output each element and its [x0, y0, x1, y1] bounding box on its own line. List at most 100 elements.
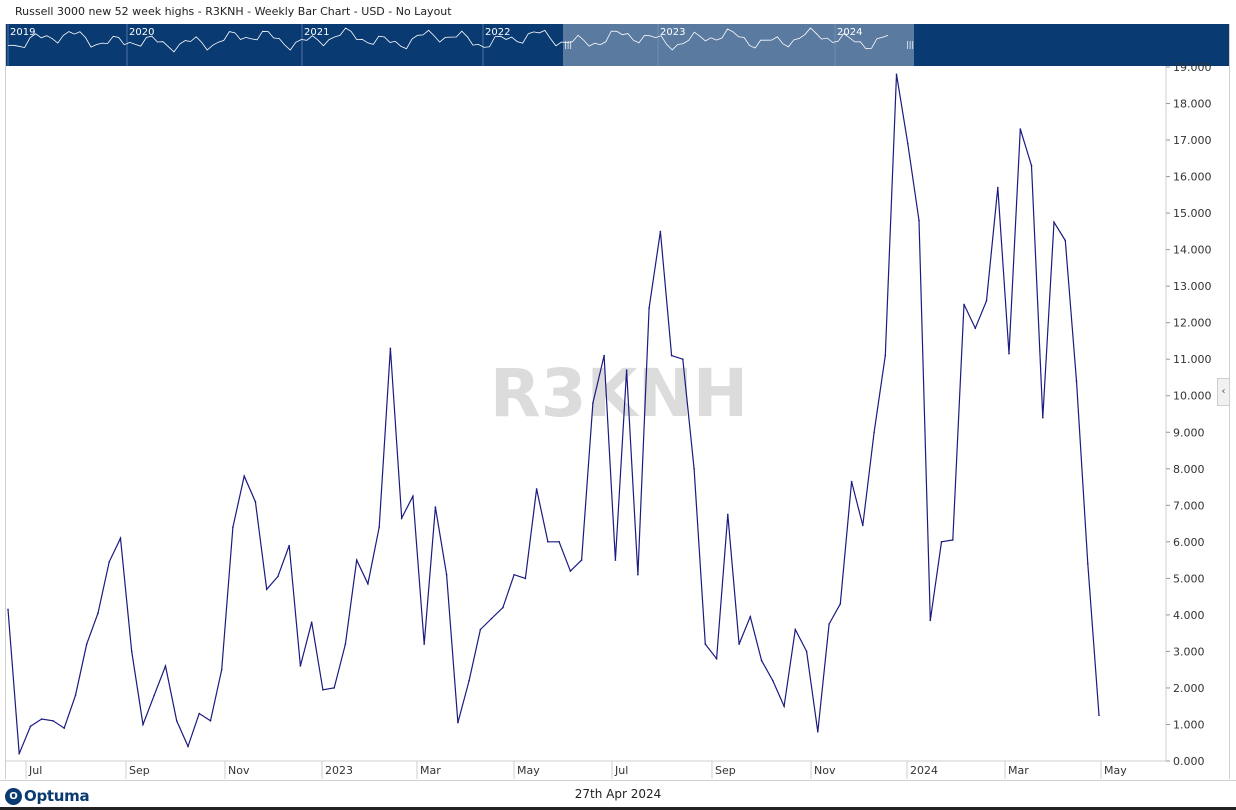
- data-point: [569, 570, 572, 572]
- data-point: [817, 731, 819, 733]
- data-point: [85, 643, 88, 645]
- data-point: [513, 573, 515, 576]
- x-tick-label: 2024: [910, 764, 938, 777]
- data-point: [907, 142, 909, 145]
- data-point: [265, 588, 268, 591]
- data-point: [209, 720, 212, 722]
- data-point: [929, 619, 932, 622]
- data-point: [963, 303, 965, 306]
- y-tick-label: 8.000: [1173, 463, 1205, 476]
- chart-frame[interactable]: 2019 2020 2021 2022 2023 2024 ||| ||| R3KNH 0…: [5, 24, 1230, 779]
- data-point: [918, 219, 920, 222]
- data-point: [119, 537, 122, 539]
- y-tick-label: 16.000: [1173, 171, 1212, 184]
- data-point: [1064, 239, 1067, 242]
- data-point: [254, 500, 257, 503]
- data-point: [288, 544, 291, 547]
- data-point: [310, 621, 313, 623]
- data-point: [794, 628, 797, 631]
- x-tick-label: May: [1104, 764, 1127, 777]
- data-point: [445, 573, 448, 576]
- data-point: [1087, 563, 1089, 565]
- data-point: [130, 650, 133, 653]
- data-point: [952, 539, 954, 541]
- chart-date: 27th Apr 2024: [574, 787, 662, 801]
- y-tick-label: 5.000: [1173, 572, 1205, 585]
- data-point: [850, 480, 853, 483]
- data-point: [333, 687, 336, 689]
- navigator-year-label: 2024: [837, 27, 862, 38]
- data-point: [895, 73, 898, 76]
- data-point: [772, 679, 774, 682]
- y-tick-label: 14.000: [1173, 244, 1212, 257]
- data-point: [490, 617, 493, 620]
- data-point: [412, 495, 414, 498]
- data-point: [63, 727, 65, 729]
- chevron-left-icon[interactable]: ‹: [1217, 378, 1230, 406]
- data-point: [884, 354, 887, 357]
- data-point: [18, 752, 20, 755]
- data-point: [367, 583, 369, 585]
- data-point: [232, 526, 234, 528]
- y-tick-label: 13.000: [1173, 280, 1212, 293]
- chart-canvas[interactable]: 2019 2020 2021 2022 2023 2024 ||| ||| R3KNH 0…: [6, 24, 1229, 779]
- navigator-year-label: 2023: [660, 27, 685, 38]
- data-point: [558, 541, 560, 543]
- chart-title: Russell 3000 new 52 week highs - R3KNH -…: [15, 5, 452, 18]
- data-point: [637, 573, 639, 576]
- data-point: [198, 712, 200, 715]
- data-point: [378, 526, 381, 528]
- data-point: [457, 721, 459, 724]
- data-point: [535, 488, 538, 490]
- data-point: [648, 307, 650, 309]
- data-point: [243, 475, 245, 477]
- y-tick-label: 10.000: [1173, 390, 1212, 403]
- data-point: [277, 575, 279, 578]
- data-point: [344, 643, 347, 645]
- data-point: [727, 513, 729, 516]
- data-point: [52, 720, 54, 722]
- data-point: [1053, 221, 1055, 223]
- y-tick-label: 12.000: [1173, 317, 1212, 330]
- data-point: [1075, 380, 1078, 382]
- data-point: [434, 506, 437, 508]
- data-point: [603, 354, 605, 357]
- y-axis-ticks: 0.000 1.000 2.000 3.000 4.000 5.000 6.000 7.000…: [1166, 61, 1212, 768]
- data-point: [738, 643, 740, 645]
- y-tick-label: 11.000: [1173, 353, 1212, 366]
- watermark: R3KNH: [490, 355, 748, 432]
- y-tick-label: 4.000: [1173, 609, 1205, 622]
- y-tick-label: 15.000: [1173, 207, 1212, 220]
- data-point: [997, 186, 999, 189]
- navigator-year-label: 2021: [304, 27, 329, 38]
- data-point: [468, 679, 470, 682]
- data-point: [704, 643, 707, 645]
- data-point: [862, 524, 864, 527]
- data-point: [389, 347, 392, 350]
- x-tick-label: Sep: [715, 764, 736, 777]
- data-point: [760, 659, 763, 662]
- data-point: [592, 402, 594, 404]
- data-point: [1042, 416, 1044, 419]
- data-point: [580, 559, 583, 561]
- x-tick-label: May: [517, 764, 540, 777]
- data-point: [625, 369, 628, 372]
- data-point: [839, 603, 842, 605]
- footer-bar: O Optuma 27th Apr 2024: [0, 780, 1236, 810]
- data-point: [479, 628, 482, 631]
- navigator-left-handle[interactable]: |||: [564, 40, 572, 49]
- data-point: [108, 561, 110, 563]
- data-point: [985, 300, 988, 302]
- data-point: [142, 723, 144, 726]
- data-point: [423, 643, 426, 645]
- data-point: [547, 541, 549, 543]
- y-tick-label: 9.000: [1173, 426, 1205, 439]
- data-point: [749, 615, 752, 618]
- y-tick-label: 17.000: [1173, 134, 1212, 147]
- data-point: [614, 559, 617, 561]
- x-tick-label: 2023: [325, 764, 353, 777]
- x-tick-label: Nov: [228, 764, 250, 777]
- x-tick-label: Nov: [814, 764, 836, 777]
- navigator-right-handle[interactable]: |||: [906, 40, 914, 49]
- data-point: [670, 354, 673, 357]
